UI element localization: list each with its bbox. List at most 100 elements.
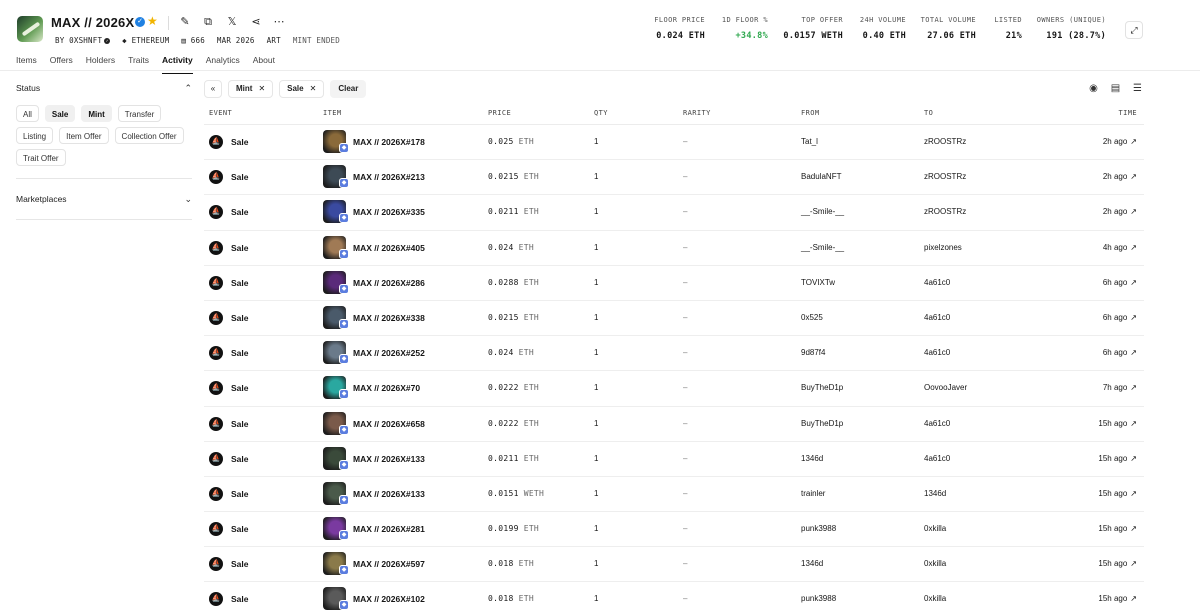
item-name[interactable]: MAX // 2026X#658 — [353, 407, 425, 441]
table-row[interactable]: ⛵ Sale ◆ MAX // 2026X#70 0.0222 ETH 1 – BuyTheD1… — [204, 371, 1144, 407]
close-icon[interactable]: ✕ — [310, 84, 317, 93]
tab-items[interactable]: Items — [16, 55, 37, 71]
filter-chip-mint[interactable]: Mint ✕ — [228, 80, 274, 98]
item-name[interactable]: MAX // 2026X#338 — [353, 301, 425, 335]
item-name[interactable]: MAX // 2026X#335 — [353, 195, 425, 229]
tab-analytics[interactable]: Analytics — [206, 55, 240, 71]
from-address[interactable]: 9d87f4 — [801, 336, 825, 370]
list-view-icon[interactable]: ▤ — [1109, 83, 1122, 95]
item-name[interactable]: MAX // 2026X#102 — [353, 582, 425, 612]
ethereum-chain-icon: ◆ — [339, 178, 349, 189]
table-row[interactable]: ⛵ Sale ◆ MAX // 2026X#213 0.0215 ETH 1 – BadulaN… — [204, 160, 1144, 196]
status-chip-sale[interactable]: Sale — [44, 105, 76, 122]
from-address[interactable]: 1346d — [801, 547, 823, 581]
time-cell[interactable]: 2h ago ↗ — [1103, 125, 1137, 159]
item-name[interactable]: MAX // 2026X#213 — [353, 160, 425, 194]
item-name[interactable]: MAX // 2026X#133 — [353, 477, 425, 511]
status-chip-mint[interactable]: Mint — [81, 105, 112, 122]
from-address[interactable]: TOVIXTw — [801, 266, 835, 300]
from-address[interactable]: __-Smile-__ — [801, 231, 844, 265]
from-address[interactable]: BadulaNFT — [801, 160, 841, 194]
table-row[interactable]: ⛵ Sale ◆ MAX // 2026X#281 0.0199 ETH 1 – punk398… — [204, 512, 1144, 548]
to-address[interactable]: 4a61c0 — [924, 301, 950, 335]
marketplaces-section-header[interactable]: Marketplaces ⌄ — [16, 191, 192, 207]
item-name[interactable]: MAX // 2026X#252 — [353, 336, 425, 370]
status-chip-trait-offer[interactable]: Trait Offer — [16, 149, 66, 166]
close-icon[interactable]: ✕ — [258, 84, 265, 93]
time-cell[interactable]: 15h ago ↗ — [1098, 512, 1137, 546]
table-row[interactable]: ⛵ Sale ◆ MAX // 2026X#178 0.025 ETH 1 – Tat_l zRO… — [204, 125, 1144, 161]
table-row[interactable]: ⛵ Sale ◆ MAX // 2026X#102 0.018 ETH 1 – punk3988… — [204, 582, 1144, 612]
time-cell[interactable]: 15h ago ↗ — [1098, 582, 1137, 612]
tab-offers[interactable]: Offers — [50, 55, 73, 71]
to-address[interactable]: zROOSTRz — [924, 160, 966, 194]
to-address[interactable]: zROOSTRz — [924, 125, 966, 159]
time-cell[interactable]: 6h ago ↗ — [1103, 336, 1137, 370]
from-address[interactable]: 1346d — [801, 442, 823, 476]
status-chip-transfer[interactable]: Transfer — [117, 105, 162, 122]
item-name[interactable]: MAX // 2026X#405 — [353, 231, 425, 265]
to-address[interactable]: 0xkilla — [924, 512, 946, 546]
table-row[interactable]: ⛵ Sale ◆ MAX // 2026X#597 0.018 ETH 1 – 1346d 0xk… — [204, 547, 1144, 583]
time-cell[interactable]: 6h ago ↗ — [1103, 266, 1137, 300]
table-row[interactable]: ⛵ Sale ◆ MAX // 2026X#658 0.0222 ETH 1 – BuyTheD… — [204, 407, 1144, 442]
to-address[interactable]: 4a61c0 — [924, 407, 950, 441]
status-chip-collection-offer[interactable]: Collection Offer — [114, 127, 184, 144]
time-cell[interactable]: 4h ago ↗ — [1103, 231, 1137, 265]
item-name[interactable]: MAX // 2026X#178 — [353, 125, 425, 159]
table-row[interactable]: ⛵ Sale ◆ MAX // 2026X#338 0.0215 ETH 1 – 0x525 4a… — [204, 301, 1144, 337]
time-cell[interactable]: 15h ago ↗ — [1098, 442, 1137, 476]
eye-icon[interactable]: ◉ — [1087, 83, 1100, 95]
tab-activity[interactable]: Activity — [162, 55, 193, 74]
time-cell[interactable]: 7h ago ↗ — [1103, 371, 1137, 405]
status-section-header[interactable]: Status ⌃ — [16, 80, 192, 96]
expand-icon[interactable]: ⤢ — [1125, 21, 1143, 39]
item-name[interactable]: MAX // 2026X#133 — [353, 442, 425, 476]
tab-about[interactable]: About — [253, 55, 275, 71]
item-name[interactable]: MAX // 2026X#70 — [353, 371, 420, 405]
status-chip-item-offer[interactable]: Item Offer — [59, 127, 109, 144]
clear-filters-button[interactable]: Clear — [330, 80, 367, 98]
table-row[interactable]: ⛵ Sale ◆ MAX // 2026X#335 0.0211 ETH 1 – __-Smil… — [204, 195, 1144, 231]
item-name[interactable]: MAX // 2026X#281 — [353, 512, 425, 546]
table-row[interactable]: ⛵ Sale ◆ MAX // 2026X#286 0.0288 ETH 1 – TOVIXTw… — [204, 266, 1144, 301]
status-chip-listing[interactable]: Listing — [16, 127, 54, 144]
from-address[interactable]: BuyTheD1p — [801, 371, 843, 405]
table-row[interactable]: ⛵ Sale ◆ MAX // 2026X#133 0.0211 ETH 1 – 1346d 4a… — [204, 442, 1144, 477]
time-cell[interactable]: 15h ago ↗ — [1098, 547, 1137, 581]
from-address[interactable]: Tat_l — [801, 125, 818, 159]
to-address[interactable]: OovooJaver — [924, 371, 967, 405]
tab-holders[interactable]: Holders — [86, 55, 115, 71]
to-address[interactable]: 4a61c0 — [924, 336, 950, 370]
from-address[interactable]: punk3988 — [801, 512, 836, 546]
status-chip-all[interactable]: All — [16, 105, 39, 122]
to-address[interactable]: 4a61c0 — [924, 442, 950, 476]
from-address[interactable]: __-Smile-__ — [801, 195, 844, 229]
collapse-sidebar-icon[interactable]: « — [204, 80, 222, 98]
time-cell[interactable]: 15h ago ↗ — [1098, 407, 1137, 441]
table-row[interactable]: ⛵ Sale ◆ MAX // 2026X#405 0.024 ETH 1 – __-Smile… — [204, 231, 1144, 266]
time-cell[interactable]: 6h ago ↗ — [1103, 301, 1137, 335]
to-address[interactable]: 0xkilla — [924, 582, 946, 612]
time-cell[interactable]: 15h ago ↗ — [1098, 477, 1137, 511]
item-name[interactable]: MAX // 2026X#286 — [353, 266, 425, 300]
tab-traits[interactable]: Traits — [128, 55, 149, 71]
to-address[interactable]: 0xkilla — [924, 547, 946, 581]
from-address[interactable]: 0x525 — [801, 301, 823, 335]
table-row[interactable]: ⛵ Sale ◆ MAX // 2026X#133 0.0151 WETH 1 – trainl… — [204, 477, 1144, 513]
table-row[interactable]: ⛵ Sale ◆ MAX // 2026X#252 0.024 ETH 1 – 9d87f4 4a… — [204, 336, 1144, 372]
time-cell[interactable]: 2h ago ↗ — [1103, 195, 1137, 229]
time-cell[interactable]: 2h ago ↗ — [1103, 160, 1137, 194]
quantity: 1 — [594, 172, 599, 182]
from-address[interactable]: BuyTheD1p — [801, 407, 843, 441]
sale-event-icon: ⛵ — [209, 205, 223, 220]
item-name[interactable]: MAX // 2026X#597 — [353, 547, 425, 581]
to-address[interactable]: 1346d — [924, 477, 946, 511]
to-address[interactable]: zROOSTRz — [924, 195, 966, 229]
from-address[interactable]: punk3988 — [801, 582, 836, 612]
to-address[interactable]: pixelzones — [924, 231, 962, 265]
to-address[interactable]: 4a61c0 — [924, 266, 950, 300]
table-view-icon[interactable]: ☰ — [1131, 83, 1144, 95]
filter-chip-sale[interactable]: Sale ✕ — [279, 80, 325, 98]
from-address[interactable]: trainler — [801, 477, 825, 511]
